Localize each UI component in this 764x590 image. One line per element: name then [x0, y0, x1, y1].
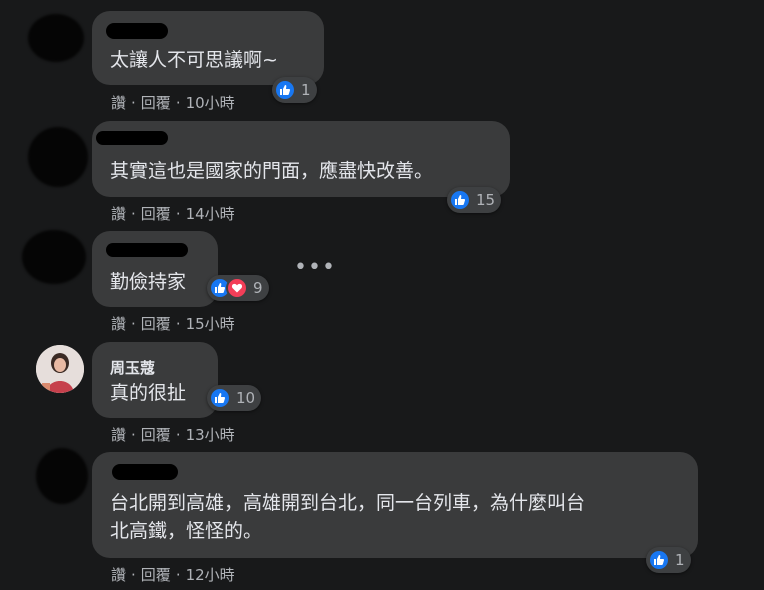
comment-actions: 讚 · 回覆 · 14小時: [111, 203, 235, 224]
thumbs-up-icon: [209, 387, 231, 409]
comment-text: 台北開到高雄，高雄開到台北，同一台列車，為什麼叫台 北高鐵，怪怪的。: [110, 492, 586, 542]
reply-action[interactable]: 回覆: [141, 205, 171, 223]
separator: ·: [131, 426, 136, 444]
redacted-author-name: [96, 131, 168, 145]
comment-text: 太讓人不可思議啊~: [110, 49, 278, 71]
avatar[interactable]: [28, 127, 88, 187]
separator: ·: [131, 566, 136, 584]
separator: ·: [131, 94, 136, 112]
timestamp[interactable]: 15小時: [186, 315, 235, 333]
comment-bubble: 其實這也是國家的門面，應盡快改善。: [92, 121, 510, 197]
avatar[interactable]: [36, 448, 88, 504]
separator: ·: [175, 315, 181, 333]
like-action[interactable]: 讚: [111, 94, 126, 112]
reaction-count: 9: [253, 279, 263, 297]
separator: ·: [131, 315, 136, 333]
comment-actions: 讚 · 回覆 · 13小時: [111, 424, 235, 445]
reaction-pill[interactable]: 10: [207, 385, 262, 411]
comment-text: 真的很扯: [110, 382, 187, 404]
ellipsis-icon[interactable]: •••: [294, 255, 336, 280]
comment-actions: 讚 · 回覆 · 15小時: [111, 313, 235, 334]
timestamp[interactable]: 10小時: [186, 94, 235, 112]
reply-action[interactable]: 回覆: [141, 94, 171, 112]
comment-actions: 讚 · 回覆 · 10小時: [111, 92, 235, 113]
reaction-count: 1: [675, 551, 685, 569]
comment-author[interactable]: 周玉蔻: [110, 357, 155, 378]
comment-actions: 讚 · 回覆 · 12小時: [111, 564, 235, 585]
reaction-pill[interactable]: 9: [207, 275, 269, 301]
comment-bubble: 台北開到高雄，高雄開到台北，同一台列車，為什麼叫台 北高鐵，怪怪的。: [92, 452, 698, 558]
reply-action[interactable]: 回覆: [141, 566, 171, 584]
reply-action[interactable]: 回覆: [141, 426, 171, 444]
redacted-author-name: [112, 464, 178, 480]
separator: ·: [131, 205, 136, 223]
comment-bubble: 勤儉持家: [92, 231, 218, 307]
thumbs-up-icon: [648, 549, 670, 571]
comment-text: 勤儉持家: [110, 271, 187, 293]
thumbs-up-icon: [449, 189, 471, 211]
reaction-pill[interactable]: 15: [447, 187, 502, 213]
reaction-pill[interactable]: 1: [646, 547, 691, 573]
redacted-author-name: [106, 243, 188, 257]
reaction-count: 10: [236, 389, 256, 407]
heart-icon: [226, 277, 248, 299]
reply-action[interactable]: 回覆: [141, 315, 171, 333]
separator: ·: [175, 205, 181, 223]
timestamp[interactable]: 14小時: [186, 205, 235, 223]
thumbs-up-icon: [274, 79, 296, 101]
redacted-author-name: [106, 23, 168, 39]
timestamp[interactable]: 13小時: [186, 426, 235, 444]
reaction-count: 15: [476, 191, 496, 209]
like-action[interactable]: 讚: [111, 566, 126, 584]
reaction-pill[interactable]: 1: [272, 77, 317, 103]
avatar[interactable]: [28, 14, 84, 62]
separator: ·: [175, 94, 181, 112]
separator: ·: [175, 566, 181, 584]
timestamp[interactable]: 12小時: [186, 566, 235, 584]
comment-bubble: 太讓人不可思議啊~: [92, 11, 324, 85]
avatar[interactable]: [36, 345, 84, 393]
separator: ·: [175, 426, 181, 444]
like-action[interactable]: 讚: [111, 426, 126, 444]
comment-text: 其實這也是國家的門面，應盡快改善。: [110, 160, 434, 182]
like-action[interactable]: 讚: [111, 315, 126, 333]
avatar[interactable]: [22, 230, 86, 284]
comment-bubble: 周玉蔻 真的很扯: [92, 342, 218, 418]
reaction-count: 1: [301, 81, 311, 99]
like-action[interactable]: 讚: [111, 205, 126, 223]
